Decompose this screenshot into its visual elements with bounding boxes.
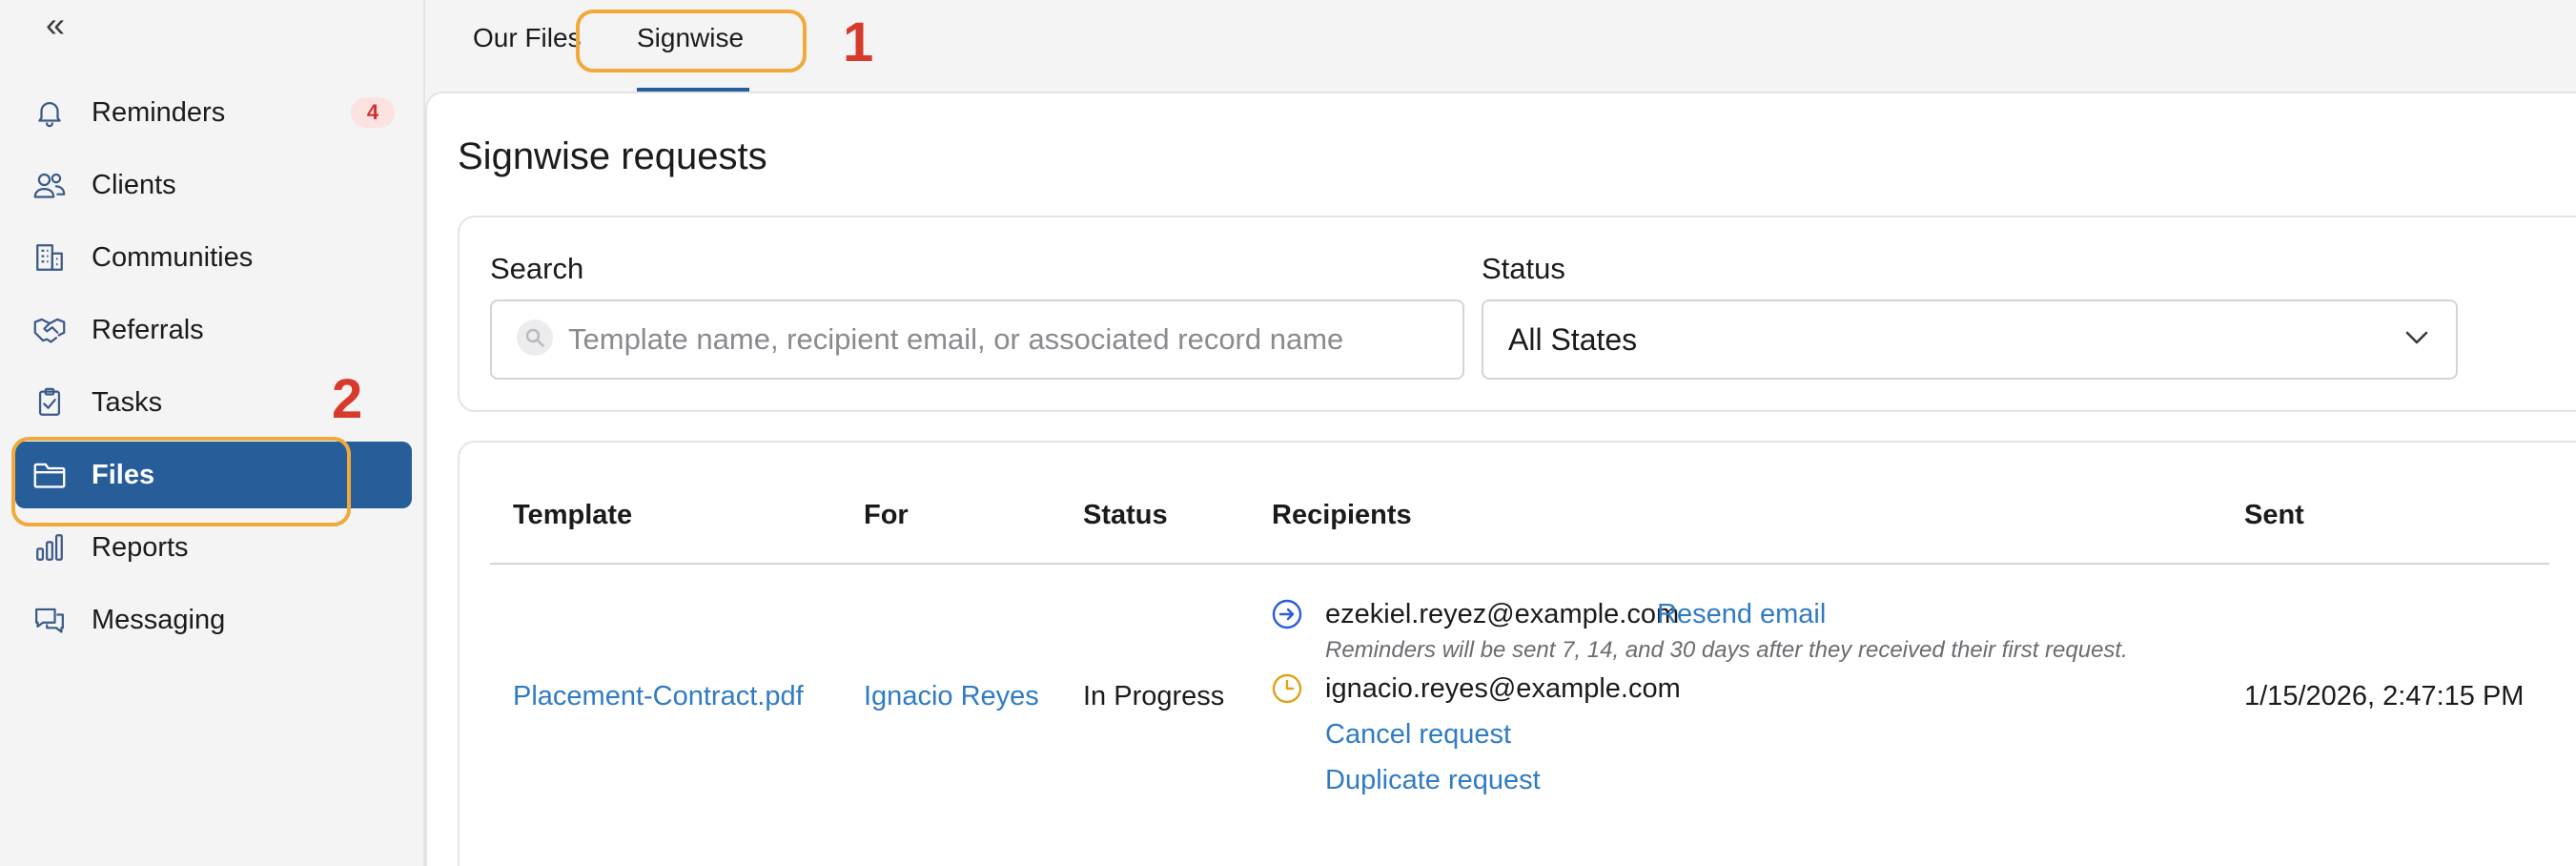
column-header-status: Status [1083,500,1168,530]
chat-icon [31,601,69,639]
status-select[interactable]: All States [1482,299,2458,380]
search-label: Search [490,252,584,285]
sidebar-item-label: Reports [92,531,189,563]
template-link[interactable]: Placement-Contract.pdf [513,681,804,712]
status-select-value: All States [1508,321,1638,357]
sidebar-item-reports[interactable]: Reports [15,514,412,581]
recipient-email: ezekiel.reyez@example.com [1325,599,1680,629]
sidebar-item-label: Reminders [92,96,226,128]
sidebar-item-label: Messaging [92,604,226,635]
header-divider [490,563,2549,565]
clock-icon [1270,671,1304,706]
sidebar-item-label: Referrals [92,314,204,345]
sidebar-item-label: Tasks [92,386,163,418]
handshake-icon [31,311,69,349]
column-header-template: Template [513,500,633,530]
requests-table: Template For Status Recipients Sent Plac… [458,441,2576,866]
sidebar-item-label: Communities [92,241,254,273]
cancel-request-link[interactable]: Cancel request [1325,719,1511,751]
status-text: In Progress [1083,681,1225,711]
duplicate-request-link[interactable]: Duplicate request [1325,765,1541,796]
bell-icon [31,93,69,132]
sent-arrow-icon [1270,597,1304,631]
resend-email-link[interactable]: Resend email [1657,599,1826,630]
filter-card: Search Status All States [458,216,2576,412]
search-field[interactable] [490,299,1464,380]
tab-signwise[interactable]: Signwise [637,23,744,53]
building-icon [31,238,69,277]
column-header-sent: Sent [2244,500,2304,530]
tab-our-files[interactable]: Our Files [473,23,582,53]
chevrons-left-icon: « [45,5,66,44]
bar-chart-icon [31,528,69,567]
status-label: Status [1482,252,1565,285]
folder-icon [31,456,69,494]
signwise-panel: Signwise requests Search Status All Stat… [425,92,2576,866]
sidebar-item-label: Clients [92,169,176,200]
column-header-recipients: Recipients [1272,500,1412,530]
for-client-link[interactable]: Ignacio Reyes [864,681,1039,712]
column-header-for: For [864,500,909,530]
reminder-note: Reminders will be sent 7, 14, and 30 day… [1325,637,2128,663]
users-icon [31,166,69,204]
sent-timestamp: 1/15/2026, 2:47:15 PM [2244,681,2525,711]
sidebar-item-reminders[interactable]: Reminders 4 [15,79,412,146]
file-tabs: Our Files Signwise [425,0,2576,93]
clipboard-icon [31,383,69,422]
recipient-email: ignacio.reyes@example.com [1325,673,1681,704]
sidebar: « Reminders 4 Clients Communities Referr… [0,0,425,866]
collapse-sidebar-button[interactable]: « [36,6,74,44]
sidebar-item-referrals[interactable]: Referrals [15,297,412,363]
annotation-number-2: 2 [332,368,363,430]
annotation-number-1: 1 [843,11,874,73]
search-icon [517,319,553,361]
sidebar-item-clients[interactable]: Clients [15,152,412,218]
sidebar-item-files[interactable]: Files [15,442,412,508]
sidebar-item-label: Files [92,459,155,490]
sidebar-item-messaging[interactable]: Messaging [15,587,412,653]
sidebar-item-communities[interactable]: Communities [15,224,412,291]
chevron-down-icon [2404,330,2429,350]
search-input[interactable] [568,322,1462,357]
reminders-count-badge: 4 [351,97,395,128]
page-title: Signwise requests [458,135,767,177]
